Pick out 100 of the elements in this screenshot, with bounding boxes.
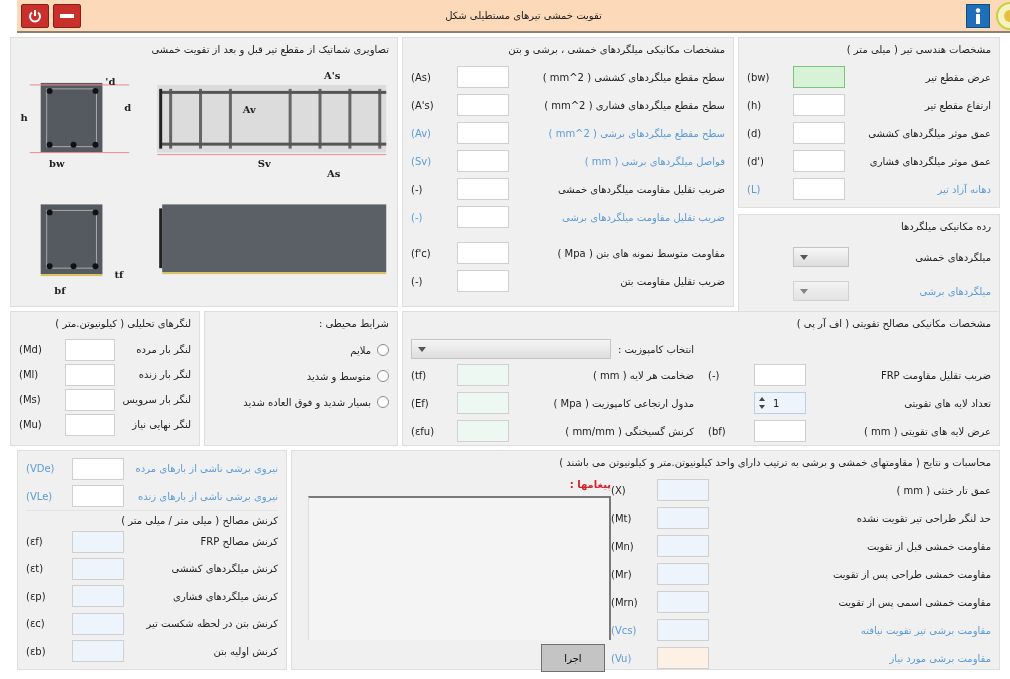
radio-option[interactable]: ملایم	[213, 337, 389, 363]
field-label: مقاومت خمشی اسمی پس از تقویت	[837, 596, 991, 608]
symbol-label: (εf)	[26, 536, 44, 548]
symbol-label: (Mn)	[611, 540, 635, 552]
run-button[interactable]: اجرا	[541, 644, 605, 672]
section-title: محاسبات و نتایج ( مقاومتهای خمشی و برشی به ترتیب دارای واحد کیلونیوتن.متر و کیلونیوتن می باشند )	[558, 456, 991, 471]
radio-label: بسیار شدید و فوق العاده شدید	[243, 396, 371, 408]
field-label: سطح مقطع میلگردهای برشی ( mm^2 )	[547, 127, 725, 139]
symbol-label: (εc)	[26, 618, 46, 630]
field-label: کرنش اولیه بتن	[212, 645, 278, 657]
symbol-label: (Vcs)	[611, 624, 638, 636]
field-label: عمق تار خنثی ( mm )	[895, 484, 991, 496]
symbol-label: (bf)	[708, 425, 727, 437]
symbol-label: (d')	[747, 155, 765, 167]
section-title: کرنش مصالح ( میلی متر / میلی متر )	[26, 509, 278, 528]
symbol-label: (Ms)	[19, 394, 42, 405]
symbol-label: (VDe)	[26, 463, 56, 475]
field-label: کرنش میلگردهای فشاری	[172, 590, 278, 602]
section-title: شرایط محیطی :	[317, 317, 389, 331]
section-title: مشخصات مکانیکی میلگردهای خمشی ، برشی و بتن	[507, 43, 725, 58]
field-label: تعداد لایه های تقویتی	[903, 397, 991, 409]
symbol-label: (-)	[708, 369, 721, 381]
radio-option[interactable]: متوسط و شدید	[213, 363, 389, 389]
field-label: ارتفاع مقطع تیر	[923, 99, 991, 111]
section-title: مشخصات مکانیکی مصالح تقویتی ( اف آر پی )	[795, 317, 991, 332]
field-label: نیروی برشی ناشی از بارهای مرده	[134, 463, 278, 475]
section-title: مشخصات هندسی تیر ( میلی متر )	[845, 43, 991, 57]
field-label: لنگر بار سرویس	[121, 394, 191, 405]
symbol-label: (Av)	[411, 127, 432, 139]
field-label: میلگردهای خمشی	[914, 251, 991, 263]
symbol-label: (εt)	[26, 563, 45, 575]
radio-option[interactable]: بسیار شدید و فوق العاده شدید	[213, 389, 389, 415]
dimension-label: As	[327, 167, 341, 179]
dimension-label: d	[124, 101, 132, 113]
symbol-label: (X)	[611, 484, 627, 496]
field-label: عرض مقطع تیر	[924, 71, 991, 83]
symbol-label: (As)	[411, 71, 432, 83]
field-label: عمق موثر میلگردهای فشاری	[868, 155, 991, 167]
field-label: مقاومت خمشی طراحی پس از تقویت	[831, 568, 991, 580]
symbol-label: (Mu)	[19, 419, 43, 430]
field-label: کرنش گسیختگی ( mm/mm )	[564, 425, 694, 437]
symbol-label: (Sv)	[411, 155, 433, 167]
field-label: کرنش میلگردهای کششی	[170, 563, 278, 575]
section-title: رده مکانیکی میلگردها	[900, 220, 991, 234]
symbol-label: (VLe)	[26, 490, 54, 502]
symbol-label: (εfu)	[411, 425, 436, 437]
symbol-label: (bw)	[747, 71, 771, 83]
dimension-label: d'	[105, 75, 116, 87]
section-title: تصاویری شماتیک از مقطع تیر قبل و بعد از تقویت خمشی	[150, 43, 389, 58]
dimension-label: A's	[324, 69, 341, 81]
symbol-label: (d)	[747, 127, 763, 139]
radio-label: متوسط و شدید	[306, 370, 371, 382]
symbol-label: (Ml)	[19, 369, 40, 380]
symbol-label: (A's)	[411, 99, 435, 111]
dimension-label: bf	[54, 285, 66, 297]
radio-label: ملایم	[350, 344, 371, 356]
field-label: مدول ارتجاعی کامپوزیت ( Mpa )	[552, 397, 694, 409]
field-label: انتخاب کامپوزیت :	[617, 343, 694, 355]
symbol-label: (L)	[747, 183, 762, 195]
field-label: کرنش مصالح FRP	[199, 536, 278, 548]
symbol-label: (tf)	[411, 369, 428, 381]
number-spinner[interactable]: 1	[754, 392, 806, 414]
symbol-label: (-)	[411, 275, 424, 287]
window-title: تقویت خمشی تیرهای مستطیلی شکل	[444, 10, 603, 21]
field-label: دهانه آزاد تیر	[936, 183, 991, 195]
symbol-label: (εb)	[26, 645, 47, 657]
field-label: مقاومت برشی تیر تقویت نیافته	[859, 624, 991, 636]
symbol-label: (h)	[747, 99, 763, 111]
field-label: حد لنگر طراحی تیر تقویت نشده	[855, 512, 991, 524]
field-label: ضریب تقلیل مقاومت FRP	[879, 369, 991, 381]
field-label: مقاومت برشی مورد نیاز	[888, 652, 991, 664]
field-label: ضریب تقلیل مقاومت میلگردهای برشی	[561, 211, 725, 223]
symbol-label: (-)	[411, 183, 424, 195]
symbol-label: (-)	[411, 211, 424, 223]
field-label: مقاومت متوسط نمونه های بتن ( Mpa )	[556, 247, 725, 259]
field-label: ضخامت هر لایه ( mm )	[592, 369, 694, 381]
field-label: مقاومت خمشی قبل از تقویت	[866, 540, 991, 552]
dimension-label: Av	[242, 103, 256, 115]
field-label: میلگردهای برشی	[918, 285, 991, 297]
symbol-label: (Mr)	[611, 568, 633, 580]
messages-label: پیغامها :	[569, 478, 611, 490]
field-label: نیروی برشی ناشی از بارهای زنده	[137, 490, 278, 502]
symbol-label: (Ef)	[411, 397, 430, 409]
field-label: لنگر نهایی نیاز	[130, 419, 191, 430]
symbol-label: (εp)	[26, 590, 47, 602]
dimension-label: h	[20, 111, 28, 123]
symbol-label: (Md)	[19, 344, 43, 355]
symbol-label: (Mrn)	[611, 596, 639, 608]
dimension-label: bw	[49, 157, 65, 169]
field-label: سطح مقطع میلگردهای فشاری ( mm^2 )	[543, 99, 725, 111]
dimension-label: tf	[114, 269, 124, 281]
symbol-label: (f'c)	[411, 247, 432, 259]
section-title: لنگرهای تحلیلی ( کیلونیوتن.متر )	[54, 317, 191, 331]
dimension-label: Sv	[257, 157, 271, 169]
symbol-label: (Vu)	[611, 652, 633, 664]
field-label: سطح مقطع میلگردهای کششی ( mm^2 )	[541, 71, 725, 83]
field-label: لنگر بار زنده	[137, 369, 191, 380]
field-label: عرض لایه های تقویتی ( mm )	[862, 425, 991, 437]
symbol-label: (Mt)	[611, 512, 633, 524]
field-label: عمق موثر میلگردهای کششی	[867, 127, 991, 139]
